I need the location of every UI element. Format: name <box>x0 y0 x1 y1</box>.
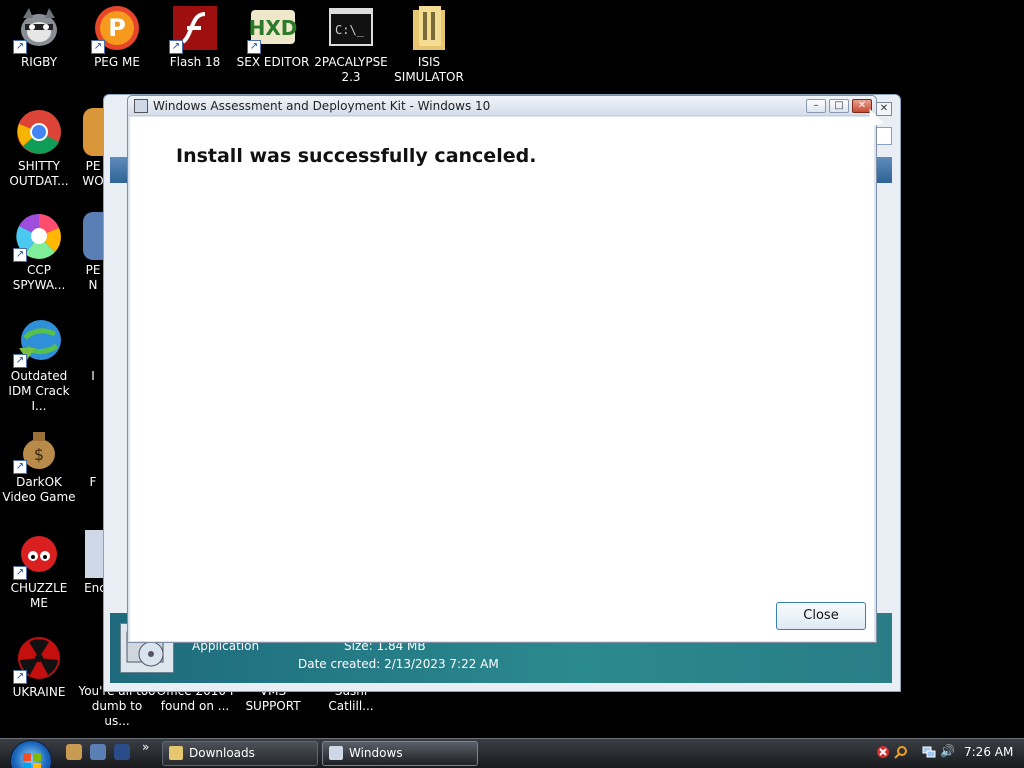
network-icon[interactable] <box>922 744 936 758</box>
task-downloads[interactable]: Downloads <box>162 741 318 766</box>
desktop-icon-ukraine[interactable]: ↗ UKRAINE <box>0 634 78 700</box>
window-title: Windows Assessment and Deployment Kit - … <box>153 99 491 113</box>
shortcut-arrow-icon: ↗ <box>13 460 27 474</box>
desktop-icon-label: UKRAINE <box>12 685 66 699</box>
installer-icon <box>134 99 148 113</box>
app-icon <box>83 212 103 260</box>
shortcut-arrow-icon: ↗ <box>169 40 183 54</box>
desktop-icon-label: 2PACALYPSE 2.3 <box>314 55 388 84</box>
file-date-created: Date created: 2/13/2023 7:22 AM <box>298 657 499 671</box>
chuzzle-icon: ↗ <box>13 530 63 580</box>
svg-text:$: $ <box>34 445 44 464</box>
globe-download-icon: ↗ <box>13 318 63 368</box>
desktop-icon-chuzzle[interactable]: ↗ CHUZZLE ME <box>0 530 78 611</box>
flash-icon: ↗ <box>169 4 219 54</box>
desktop-icon-label: SHITTY OUTDAT... <box>9 159 69 188</box>
quicklaunch-icon[interactable] <box>90 744 106 760</box>
task-adk[interactable]: Windows Assessme... <box>322 741 478 766</box>
desktop-icon-idm[interactable]: ↗ Outdated IDM Crack I... <box>0 318 78 414</box>
start-button[interactable] <box>10 740 52 768</box>
shortcut-arrow-icon: ↗ <box>13 670 27 684</box>
shortcut-arrow-icon: ↗ <box>13 248 27 262</box>
pinwheel-icon: ↗ <box>13 212 63 262</box>
folder-icon <box>169 746 183 760</box>
desktop-icon-label: RIGBY <box>20 55 58 69</box>
quicklaunch-icon[interactable] <box>114 744 130 760</box>
svg-text:P: P <box>108 14 126 42</box>
desktop-icon-sex-editor[interactable]: HXD ↗ SEX EDITOR <box>234 4 312 70</box>
desktop-icon-isis[interactable]: ISIS SIMULATOR <box>390 4 468 85</box>
shortcut-arrow-icon: ↗ <box>13 354 27 368</box>
desktop-icon-flash[interactable]: ↗ Flash 18 <box>156 4 234 70</box>
desktop-icon-label: SEX EDITOR <box>236 55 310 69</box>
hxd-icon: HXD ↗ <box>247 4 297 54</box>
minimize-button[interactable]: – <box>806 99 826 113</box>
app-icon <box>85 530 105 578</box>
shortcut-arrow-icon: ↗ <box>91 40 105 54</box>
desktop-icon-rigby[interactable]: ↗ RIGBY <box>0 4 78 70</box>
installer-icon <box>329 746 343 760</box>
task-label: Downloads <box>189 746 255 760</box>
desktop-icon-label: Outdated IDM Crack I... <box>8 369 70 413</box>
chevron-icon[interactable]: » <box>142 740 158 756</box>
app-icon <box>83 108 103 156</box>
maximize-button[interactable]: □ <box>829 99 849 113</box>
dialog-content: Install was successfully canceled. Close <box>130 117 874 641</box>
terminal-icon: C:\_ <box>327 4 375 52</box>
adk-dialog-window[interactable]: Windows Assessment and Deployment Kit - … <box>127 95 877 643</box>
raccoon-icon: ↗ <box>13 4 63 54</box>
search-icon[interactable] <box>894 744 908 759</box>
quicklaunch-icon[interactable] <box>66 744 82 760</box>
shortcut-arrow-icon: ↗ <box>13 40 27 54</box>
search-icon[interactable] <box>876 127 892 145</box>
app-icon <box>83 318 103 366</box>
svg-text:HXD: HXD <box>249 16 297 40</box>
chrome-icon <box>15 108 63 156</box>
desktop-icon-peg-me[interactable]: P ↗ PEG ME <box>78 4 156 70</box>
desktop-icon-label: CHUZZLE ME <box>10 581 68 610</box>
radiation-icon: ↗ <box>13 634 63 684</box>
volume-icon[interactable]: 🔊 <box>940 744 955 758</box>
app-icon <box>83 424 103 472</box>
svg-text:C:\_: C:\_ <box>335 23 365 37</box>
desktop-icon-label: DarkOK Video Game <box>2 475 76 504</box>
desktop-icon-ccp[interactable]: ↗ CCP SPYWA... <box>0 212 78 293</box>
folder-icon <box>405 4 453 52</box>
desktop-icon-label: Flash 18 <box>169 55 221 69</box>
shortcut-arrow-icon: ↗ <box>247 40 261 54</box>
desktop-icon-darkok[interactable]: $ ↗ DarkOK Video Game <box>0 424 78 505</box>
status-message: Install was successfully canceled. <box>176 145 537 167</box>
shortcut-arrow-icon: ↗ <box>13 566 27 580</box>
desktop-icon-2pacalypse[interactable]: C:\_ 2PACALYPSE 2.3 <box>312 4 390 85</box>
desktop-icon-chrome[interactable]: SHITTY OUTDAT... <box>0 108 78 189</box>
titlebar[interactable]: Windows Assessment and Deployment Kit - … <box>128 96 876 116</box>
task-label: Windows Assessme... <box>349 746 403 760</box>
close-button[interactable]: Close <box>776 602 866 630</box>
security-alert-icon[interactable] <box>876 744 890 758</box>
desktop-icon-label: ISIS SIMULATOR <box>394 55 464 84</box>
peggle-icon: P ↗ <box>91 4 141 54</box>
desktop-icon-label: PEG ME <box>94 55 140 69</box>
desktop-icon-label: CCP SPYWA... <box>12 263 66 292</box>
clock[interactable]: 7:26 AM <box>964 745 1013 759</box>
money-bag-icon: $ ↗ <box>13 424 63 474</box>
